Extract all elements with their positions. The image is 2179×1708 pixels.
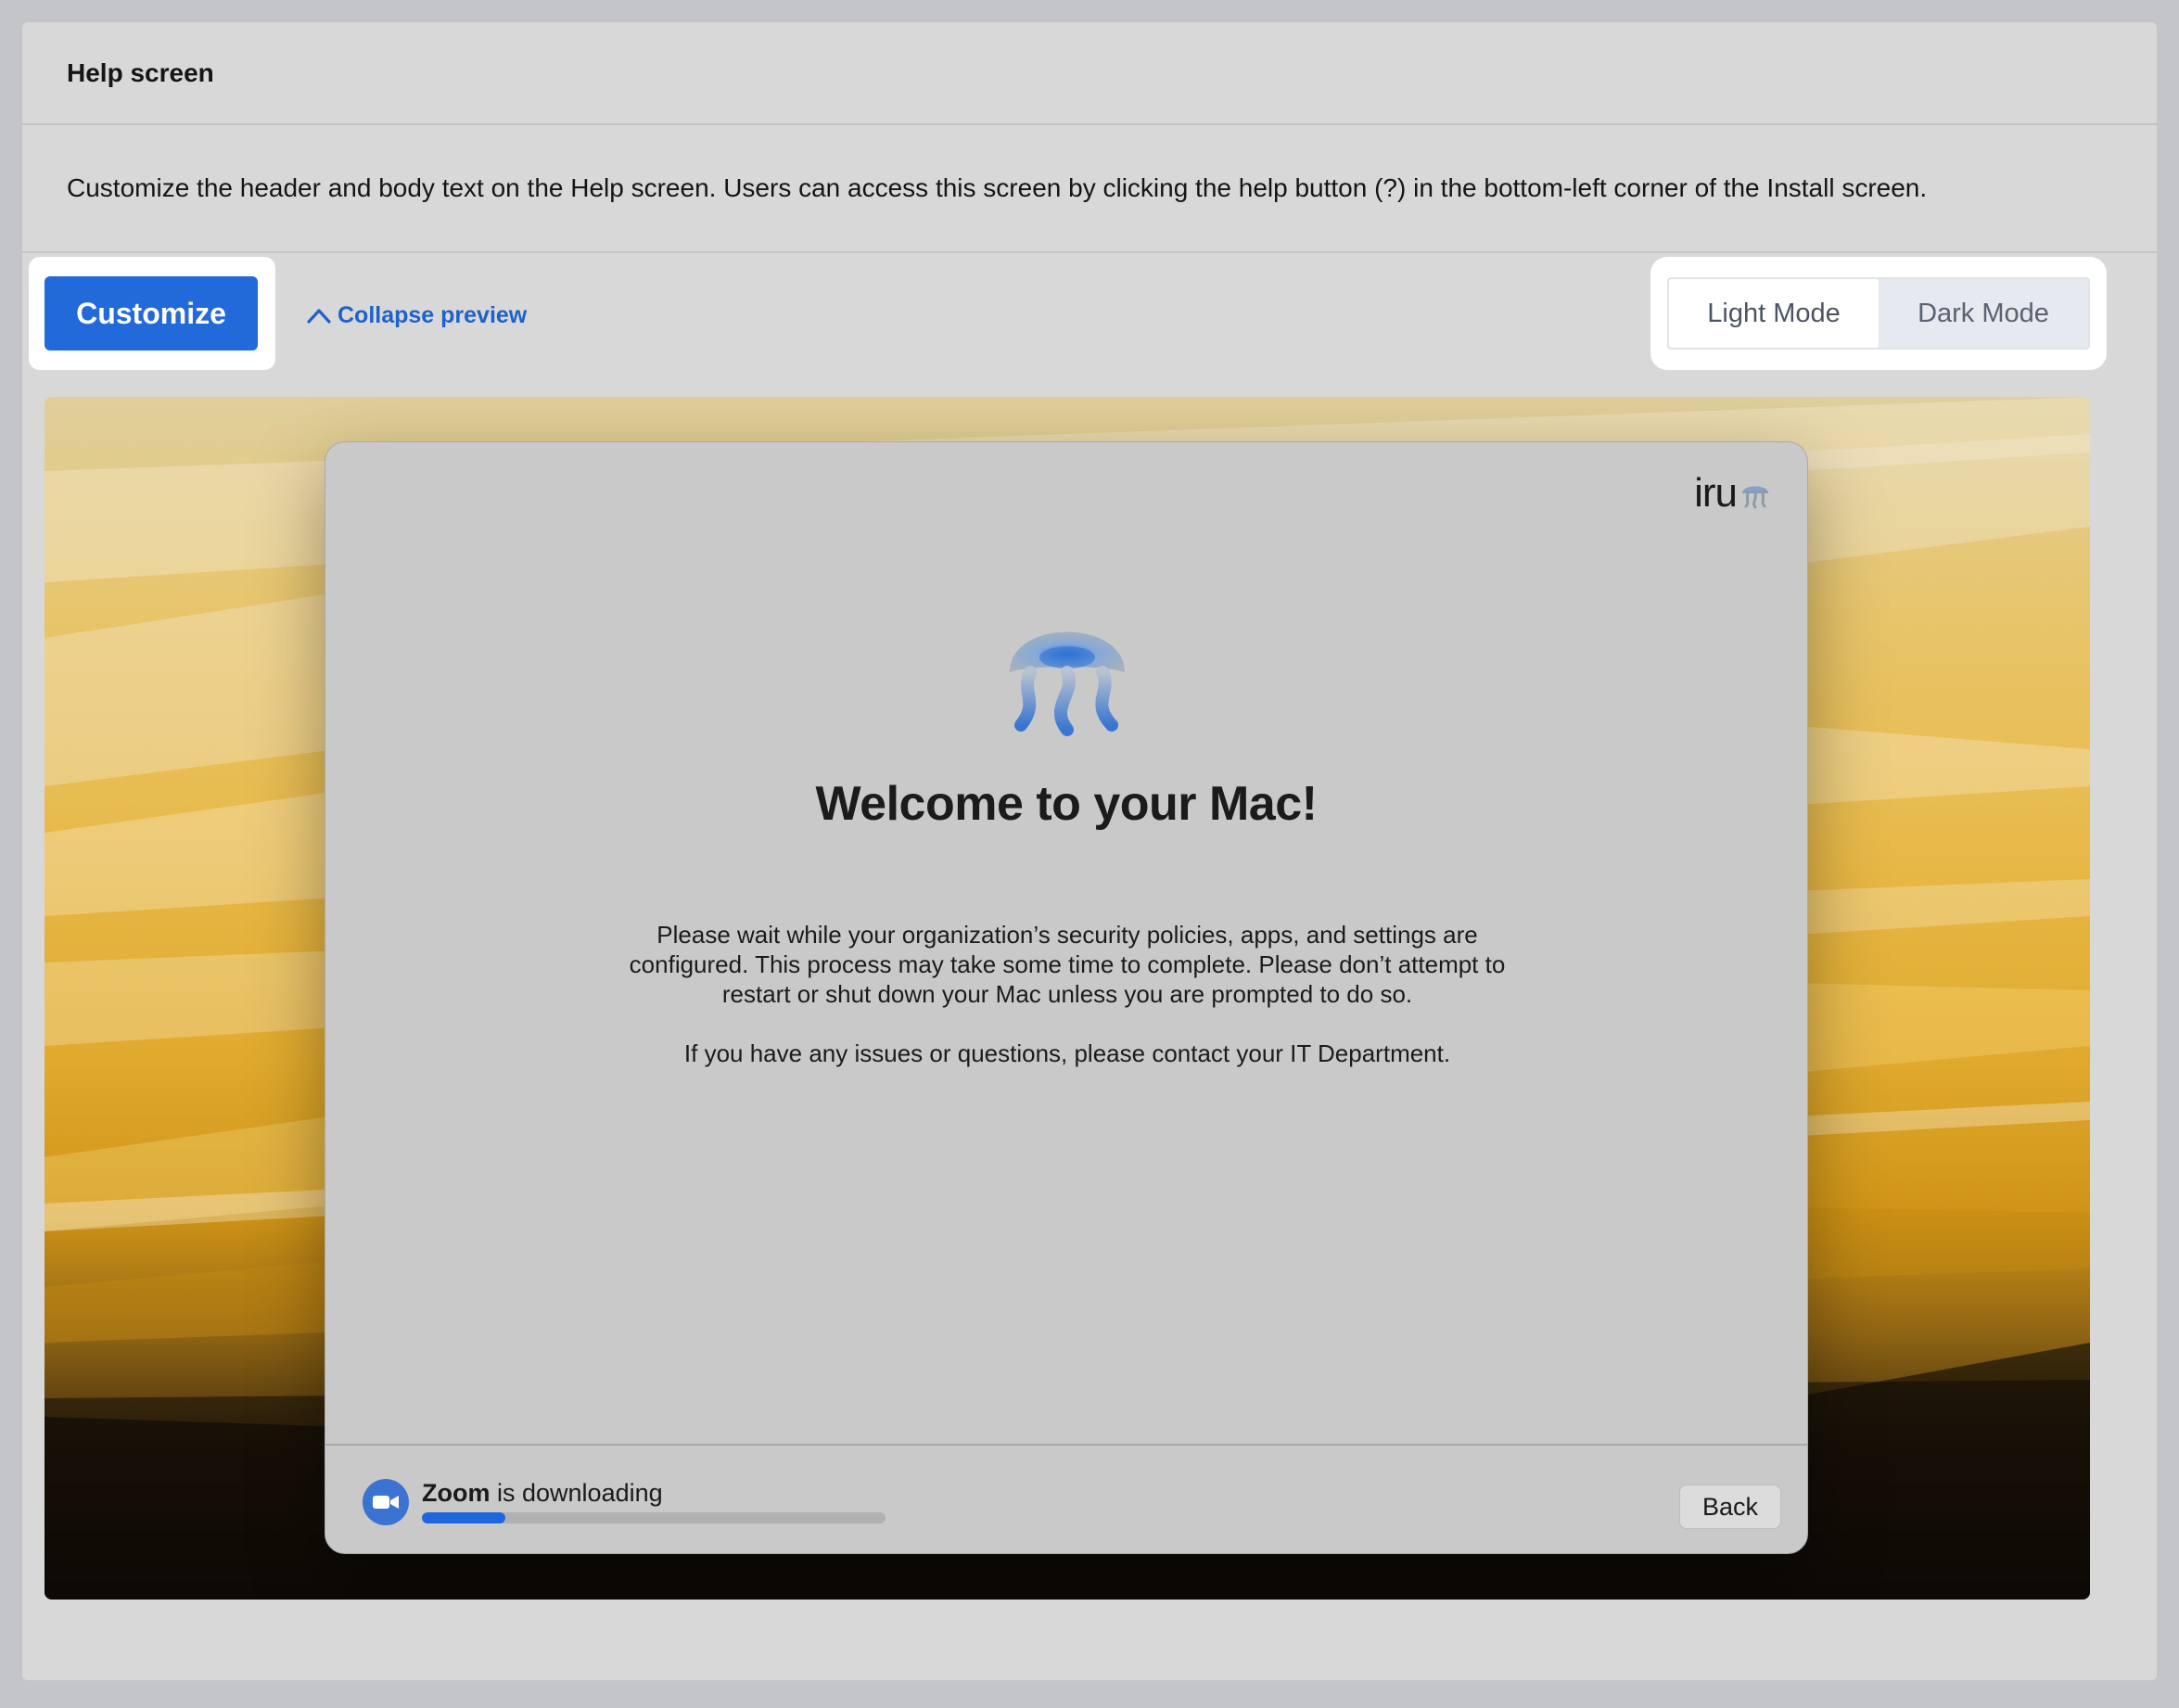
zoom-app-icon [363, 1479, 409, 1525]
chevron-up-icon [307, 309, 331, 324]
welcome-title: Welcome to your Mac! [815, 777, 1318, 831]
download-status-text: is downloading [490, 1479, 663, 1507]
app-name: Zoom [422, 1479, 491, 1507]
panel-header: Help screen [22, 22, 2157, 125]
collapse-preview-label: Collapse preview [338, 301, 528, 328]
collapse-preview-link[interactable]: Collapse preview [306, 299, 527, 332]
customize-button[interactable]: Customize [45, 276, 258, 351]
help-screen-description: Customize the header and body text on th… [22, 125, 2157, 253]
download-status: Zoom is downloading [422, 1479, 663, 1508]
page-title: Help screen [67, 57, 214, 87]
back-button[interactable]: Back [1679, 1485, 1781, 1529]
brand-logo-text: iru [1694, 470, 1738, 516]
light-mode-button[interactable]: Light Mode [1669, 279, 1879, 348]
dark-mode-button[interactable]: Dark Mode [1879, 279, 2088, 348]
mode-toggle: Light Mode Dark Mode [1667, 277, 2090, 350]
welcome-dialog: iru Welcome to your Mac! Please wait whi… [325, 441, 1808, 1554]
mode-toggle-highlight: Light Mode Dark Mode [1650, 257, 2107, 370]
body-paragraph: If you have any issues or questions, ple… [683, 1039, 1451, 1067]
body-paragraph: Please wait while your organization’s se… [629, 921, 1506, 1008]
welcome-body: Please wait while your organization’s se… [604, 920, 1531, 1098]
download-progress-bar [422, 1512, 886, 1523]
jellyfish-icon [1742, 486, 1768, 509]
brand-logo: iru [1694, 470, 1772, 516]
customize-button-highlight: Customize [29, 257, 275, 370]
video-camera-icon [373, 1496, 399, 1509]
download-progress-fill [422, 1512, 505, 1523]
preview-area: iru Welcome to your Mac! Please wait whi… [45, 397, 2090, 1600]
dialog-footer: Zoom is downloading Back [325, 1444, 1807, 1553]
jellyfish-icon [1010, 631, 1125, 736]
